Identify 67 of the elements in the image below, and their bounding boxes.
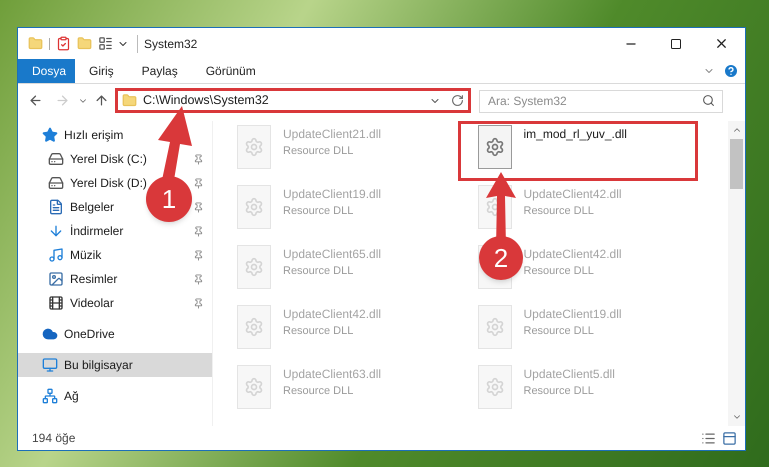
drive-icon xyxy=(48,151,64,167)
pin-icon[interactable] xyxy=(193,274,204,284)
file-type: Resource DLL xyxy=(524,204,595,219)
file-name: im_mod_rl_yuv_.dll xyxy=(524,126,627,143)
ribbon-tab[interactable]: Paylaş xyxy=(128,59,192,83)
refresh-icon[interactable] xyxy=(451,94,464,107)
file-type: Resource DLL xyxy=(283,264,354,279)
sidebar-item[interactable]: İndirmeler xyxy=(48,222,124,240)
scrollbar[interactable] xyxy=(728,121,745,426)
sidebar-item[interactable]: Yerel Disk (D:) xyxy=(48,174,147,192)
help-icon[interactable] xyxy=(723,63,739,79)
sidebar-item[interactable]: Resimler xyxy=(48,270,118,288)
search-field[interactable]: Ara: System32 xyxy=(479,90,723,112)
details-view-icon[interactable] xyxy=(701,430,716,446)
sidebar-item[interactable]: OneDrive xyxy=(42,325,115,343)
ribbon-tab[interactable]: Dosya xyxy=(18,59,75,83)
monitor-icon xyxy=(42,357,58,373)
file-type: Resource DLL xyxy=(524,264,595,279)
file-name: UpdateClient65.dll xyxy=(283,246,382,263)
address-field[interactable]: C:\Windows\System32 xyxy=(115,88,471,113)
drive-icon xyxy=(48,175,64,191)
file-item[interactable]: im_mod_rl_yuv_.dll xyxy=(458,121,698,181)
file-type: Resource DLL xyxy=(283,144,354,159)
maximize-icon[interactable] xyxy=(670,38,682,50)
tiles-view-icon[interactable] xyxy=(722,430,737,446)
file-type: Resource DLL xyxy=(524,324,595,339)
layout-icon[interactable] xyxy=(98,36,113,51)
file-type: Resource DLL xyxy=(283,384,354,399)
star-icon xyxy=(42,127,58,143)
folder-icon xyxy=(122,93,137,108)
pin-icon[interactable] xyxy=(193,178,204,188)
file-name: UpdateClient21.dll xyxy=(283,126,382,143)
sidebar-item[interactable]: Belgeler xyxy=(48,198,114,216)
file-name: UpdateClient19.dll xyxy=(283,186,382,203)
pin-icon[interactable] xyxy=(193,250,204,260)
close-icon[interactable] xyxy=(714,36,729,51)
sidebar-item[interactable]: Müzik xyxy=(48,246,102,264)
sidebar-item[interactable]: Yerel Disk (C:) xyxy=(48,150,147,168)
pin-icon[interactable] xyxy=(193,298,204,308)
cloud-icon xyxy=(42,326,58,342)
sidebar-item[interactable]: Hızlı erişim xyxy=(42,126,124,144)
sidebar-item[interactable]: Videolar xyxy=(48,294,114,312)
file-name: UpdateClient19.dll xyxy=(524,306,622,323)
file-name: UpdateClient5.dll xyxy=(524,366,615,383)
file-name: UpdateClient63.dll xyxy=(283,366,382,383)
ribbon-tab[interactable]: Giriş xyxy=(75,59,128,83)
file-type: Resource DLL xyxy=(283,324,354,339)
document-icon xyxy=(48,199,64,215)
file-name: UpdateClient42.dll xyxy=(524,186,622,203)
search-icon xyxy=(702,94,715,107)
ribbon-tab[interactable]: Görünüm xyxy=(192,59,270,83)
file-type: Resource DLL xyxy=(524,384,595,399)
item-count: 194 öğe xyxy=(32,430,76,447)
network-icon xyxy=(42,388,58,404)
window-title: System32 xyxy=(137,34,198,52)
film-icon xyxy=(48,295,64,311)
pin-icon[interactable] xyxy=(193,154,204,164)
file-name: UpdateClient42.dll xyxy=(283,306,382,323)
sidebar-item[interactable]: Ağ xyxy=(42,387,79,405)
music-note-icon xyxy=(48,247,64,263)
file-type: Resource DLL xyxy=(283,204,354,219)
pin-icon[interactable] xyxy=(193,202,204,212)
properties-icon[interactable] xyxy=(56,36,71,51)
file-name: UpdateClient42.dll xyxy=(524,246,622,263)
pin-icon[interactable] xyxy=(193,226,204,236)
picture-icon xyxy=(48,271,64,287)
scroll-thumb[interactable] xyxy=(730,139,743,189)
